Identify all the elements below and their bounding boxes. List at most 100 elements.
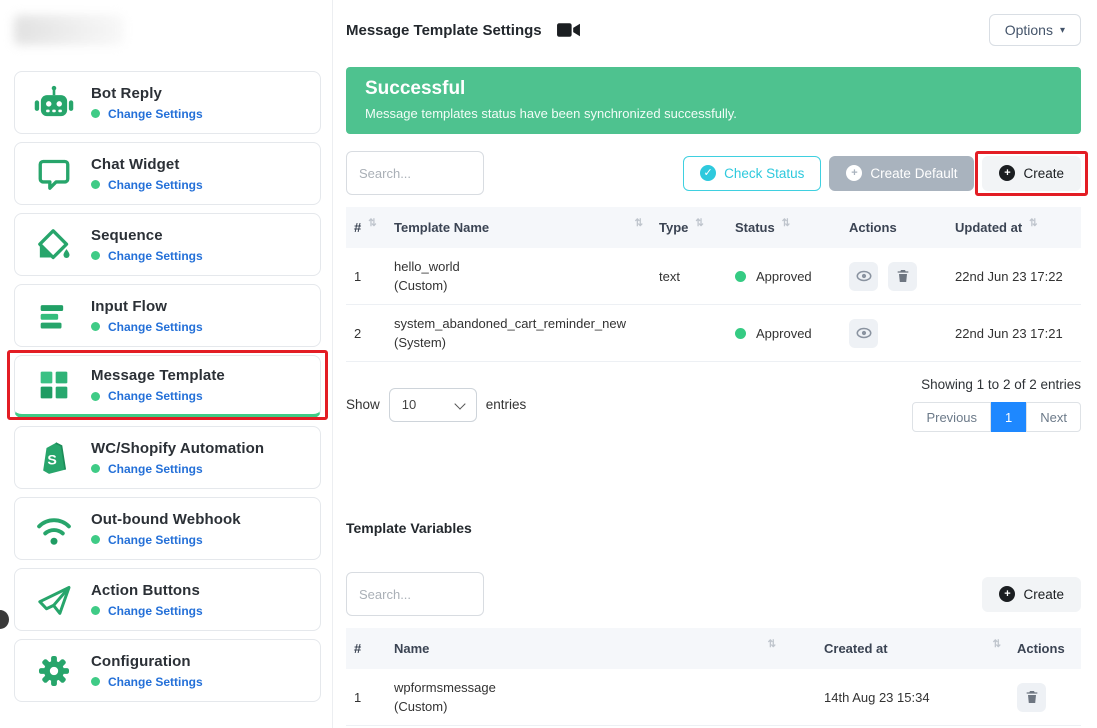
col-name[interactable]: Name	[394, 641, 429, 656]
sidebar-item-configuration[interactable]: Configuration Change Settings	[14, 639, 321, 702]
pagination: Previous 1 Next	[912, 402, 1081, 432]
variables-search-input[interactable]	[346, 572, 484, 616]
change-settings-link[interactable]: Change Settings	[108, 389, 203, 403]
change-settings-link[interactable]: Change Settings	[108, 604, 203, 618]
check-status-button[interactable]: ✓ Check Status	[683, 156, 821, 191]
create-variable-button[interactable]: + Create	[982, 577, 1081, 612]
app-logo-blurred	[14, 15, 124, 45]
app-window: Bot Reply Change Settings Chat Widget Ch…	[0, 0, 1097, 728]
sidebar-item-label: Out-bound Webhook	[91, 511, 241, 528]
page-1-button[interactable]: 1	[991, 402, 1026, 432]
create-default-button[interactable]: + Create Default	[829, 156, 974, 191]
next-page-button[interactable]: Next	[1026, 402, 1081, 432]
status-dot	[735, 271, 746, 282]
entries-summary: Showing 1 to 2 of 2 entries	[921, 377, 1081, 392]
change-settings-link[interactable]: Change Settings	[108, 320, 203, 334]
change-settings-link[interactable]: Change Settings	[108, 107, 203, 121]
options-button[interactable]: Options ▾	[989, 14, 1081, 46]
status-dot	[91, 677, 100, 686]
video-tutorial-icon[interactable]	[556, 22, 581, 38]
create-variable-label: Create	[1023, 587, 1064, 602]
row-index: 1	[354, 269, 361, 284]
sort-icon[interactable]: ⇅	[768, 639, 776, 650]
status-badge: Approved	[756, 269, 812, 284]
chat-bubble-icon	[33, 153, 75, 195]
sidebar-item-bot-reply[interactable]: Bot Reply Change Settings	[14, 71, 321, 134]
view-button[interactable]	[849, 319, 878, 348]
change-settings-link[interactable]: Change Settings	[108, 533, 203, 547]
col-index[interactable]: #	[354, 220, 361, 235]
col-updated-at[interactable]: Updated at	[955, 220, 1022, 235]
change-settings-link[interactable]: Change Settings	[108, 462, 203, 476]
template-name: system_abandoned_cart_reminder_new	[394, 314, 626, 334]
settings-sidebar: Bot Reply Change Settings Chat Widget Ch…	[0, 0, 333, 728]
col-type[interactable]: Type	[659, 220, 688, 235]
updated-at: 22nd Jun 23 17:21	[955, 326, 1063, 341]
sort-icon[interactable]: ⇅	[993, 639, 1001, 650]
template-row: 1 hello_world(Custom) text Approved 22nd…	[346, 248, 1081, 305]
robot-icon	[33, 82, 75, 124]
main-content: Message Template Settings Options ▾ Succ…	[333, 0, 1097, 728]
sort-icon[interactable]: ⇅	[1029, 218, 1037, 229]
create-default-label: Create Default	[870, 166, 957, 181]
create-label: Create	[1023, 166, 1064, 181]
sidebar-item-label: Chat Widget	[91, 156, 203, 173]
created-at: 14th Aug 23 15:34	[824, 690, 930, 705]
sidebar-item-sequence[interactable]: Sequence Change Settings	[14, 213, 321, 276]
col-actions: Actions	[1017, 641, 1065, 656]
delete-button[interactable]	[888, 262, 917, 291]
sidebar-item-label: Message Template	[91, 367, 225, 384]
plus-circle-icon: +	[846, 165, 862, 181]
col-actions: Actions	[849, 220, 897, 235]
sidebar-item-wc-shopify-automation[interactable]: S WC/Shopify Automation Change Settings	[14, 426, 321, 489]
sidebar-item-label: WC/Shopify Automation	[91, 440, 264, 457]
sort-icon[interactable]: ⇅	[782, 218, 790, 229]
delete-button[interactable]	[1017, 683, 1046, 712]
variable-variant: (Custom)	[394, 697, 496, 717]
status-dot	[91, 606, 100, 615]
page-size-value: 10	[402, 397, 416, 412]
change-settings-link[interactable]: Change Settings	[108, 249, 203, 263]
status-dot	[91, 464, 100, 473]
template-variables-title: Template Variables	[346, 520, 1081, 536]
templates-table: #⇅ Template Name⇅ Type⇅ Status⇅ Actions …	[346, 207, 1081, 362]
sidebar-item-message-template[interactable]: Message Template Change Settings	[14, 355, 321, 418]
page-size-select[interactable]: 10	[389, 388, 477, 422]
col-created-at[interactable]: Created at	[824, 641, 888, 656]
status-dot	[735, 328, 746, 339]
create-button[interactable]: + Create	[982, 156, 1081, 191]
sidebar-item-action-buttons[interactable]: Action Buttons Change Settings	[14, 568, 321, 631]
sort-icon[interactable]: ⇅	[635, 218, 643, 229]
col-template-name[interactable]: Template Name	[394, 220, 489, 235]
caret-down-icon: ▾	[1060, 25, 1065, 36]
svg-text:S: S	[47, 452, 56, 468]
alert-title: Successful	[365, 78, 1062, 100]
success-alert: Successful Message templates status have…	[346, 67, 1081, 134]
sort-icon[interactable]: ⇅	[695, 218, 703, 229]
col-index: #	[354, 641, 361, 656]
sidebar-item-input-flow[interactable]: Input Flow Change Settings	[14, 284, 321, 347]
sidebar-item-label: Sequence	[91, 227, 203, 244]
sidebar-item-label: Action Buttons	[91, 582, 203, 599]
col-status[interactable]: Status	[735, 220, 775, 235]
sidebar-item-chat-widget[interactable]: Chat Widget Change Settings	[14, 142, 321, 205]
status-dot	[91, 322, 100, 331]
plus-circle-icon: +	[999, 586, 1015, 602]
options-label: Options	[1005, 22, 1053, 38]
previous-page-button[interactable]: Previous	[912, 402, 991, 432]
sidebar-item-outbound-webhook[interactable]: Out-bound Webhook Change Settings	[14, 497, 321, 560]
paint-bucket-icon	[33, 224, 75, 266]
templates-search-input[interactable]	[346, 151, 484, 195]
variables-table: # Name⇅ Created at⇅ Actions 1 wpformsmes…	[346, 628, 1081, 726]
change-settings-link[interactable]: Change Settings	[108, 178, 203, 192]
sort-icon[interactable]: ⇅	[368, 218, 376, 229]
template-row: 2 system_abandoned_cart_reminder_new(Sys…	[346, 305, 1081, 362]
show-label: Show	[346, 397, 380, 412]
view-button[interactable]	[849, 262, 878, 291]
variables-table-header: # Name ⇅ Created at ⇅ Actions	[346, 628, 1081, 669]
status-dot	[91, 392, 100, 401]
change-settings-link[interactable]: Change Settings	[108, 675, 203, 689]
template-variant: (System)	[394, 333, 626, 353]
row-index: 2	[354, 326, 361, 341]
entries-label: entries	[486, 397, 527, 412]
